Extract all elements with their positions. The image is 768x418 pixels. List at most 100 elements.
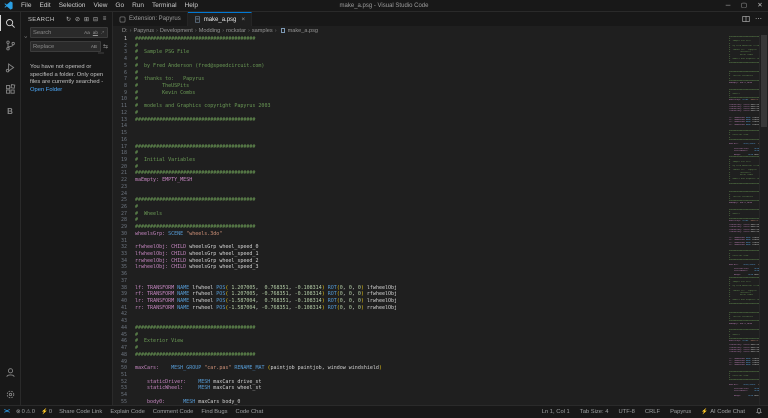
code-line[interactable]: 42 [113, 311, 729, 318]
code-line[interactable]: 7 # thanks to: Papyrus [113, 76, 729, 83]
code-line[interactable]: 23 [113, 184, 729, 191]
menu-help[interactable]: Help [181, 2, 202, 9]
code-line[interactable]: 50 maxCars: MESH_GROUP "car.pas" RENAME_M… [113, 365, 729, 372]
search-activity-icon[interactable] [0, 12, 21, 34]
close-tab-icon[interactable]: × [241, 16, 245, 23]
code-line[interactable]: 28 # [113, 217, 729, 224]
code-line[interactable]: 49 [113, 359, 729, 366]
code-line[interactable]: 3 # Sample PSG File [113, 49, 729, 56]
code-line[interactable]: 31 [113, 238, 729, 245]
code-line[interactable]: 26 # [113, 204, 729, 211]
code-line[interactable]: 8 # TheUSPits [113, 83, 729, 90]
tab-extension-papyrus[interactable]: Extension: Papyrus [113, 12, 188, 26]
code-line[interactable]: 36 [113, 271, 729, 278]
code-line[interactable]: 2 # [113, 43, 729, 50]
code-line[interactable]: 20 # [113, 164, 729, 171]
code-line[interactable]: 37 [113, 278, 729, 285]
code-line[interactable]: 53 staticWheel: MESH maxCars wheel_st [113, 385, 729, 392]
vertical-scrollbar[interactable] [759, 35, 768, 405]
code-line[interactable]: 6 # [113, 70, 729, 77]
breadcrumb-item[interactable]: Papyrus [132, 28, 155, 34]
code-line[interactable]: 34 rrwheelObj: CHILD wheelsGrp wheel_spee… [113, 258, 729, 265]
code-line[interactable]: 17 ######################################… [113, 144, 729, 151]
code-line[interactable]: 5 # by Fred Anderson (fred@speedcircuit.c… [113, 63, 729, 70]
status-code-chat[interactable]: Code Chat [232, 409, 268, 415]
accounts-icon[interactable] [0, 361, 21, 383]
problems-badge[interactable]: ⊗ 0 ⚠ 0 [13, 409, 38, 415]
status-find-bugs[interactable]: Find Bugs [197, 409, 231, 415]
code-line[interactable]: 27 # Wheels [113, 211, 729, 218]
code-line[interactable]: 11 # models and Graphics copyright Papyru… [113, 103, 729, 110]
status-share-code-link[interactable]: Share Code Link [55, 409, 106, 415]
status-ln-1-col-1[interactable]: Ln 1, Col 1 [537, 409, 575, 415]
code-area[interactable]: 1 #######################################… [113, 35, 729, 405]
match-whole-word-icon[interactable]: ab [92, 30, 99, 35]
status-comment-code[interactable]: Comment Code [149, 409, 198, 415]
code-line[interactable]: 30 wheelsGrp: SCENE "wheels.3do" [113, 231, 729, 238]
close-window-icon[interactable]: ✕ [752, 0, 768, 12]
code-line[interactable]: 41 rr: TRANSFORM NAME rrwheel POS(-1.5870… [113, 305, 729, 312]
code-line[interactable]: 10 # [113, 96, 729, 103]
menu-terminal[interactable]: Terminal [148, 2, 181, 9]
menu-view[interactable]: View [89, 2, 111, 9]
status-ai-code-chat[interactable]: ⚡ AI Code Chat [696, 409, 750, 415]
code-line[interactable]: 33 lfwheelObj: CHILD wheelsGrp wheel_spee… [113, 251, 729, 258]
source-control-icon[interactable] [0, 34, 21, 56]
code-line[interactable]: 46 # Exterior View [113, 338, 729, 345]
code-line[interactable]: 32 rfwheelObj: CHILD wheelsGrp wheel_spee… [113, 244, 729, 251]
menu-run[interactable]: Run [128, 2, 148, 9]
code-line[interactable]: 1 #######################################… [113, 36, 729, 43]
collapse-all-icon[interactable]: ⊟ [92, 16, 99, 23]
remote-indicator-icon[interactable]: >< [0, 409, 13, 415]
breadcrumb-item[interactable]: D: [121, 28, 129, 34]
extension-status-badge[interactable]: ⚡ 0 [38, 409, 55, 415]
status-explain-code[interactable]: Explain Code [106, 409, 148, 415]
code-line[interactable]: 13 ######################################… [113, 117, 729, 124]
status-utf-8[interactable]: UTF-8 [613, 409, 639, 415]
code-line[interactable]: 35 lrwheelObj: CHILD wheelsGrp wheel_spee… [113, 264, 729, 271]
scrollbar-thumb[interactable] [761, 35, 767, 127]
code-line[interactable]: 14 [113, 123, 729, 130]
open-folder-link[interactable]: Open Folder [30, 87, 62, 93]
code-line[interactable]: 38 lf: TRANSFORM NAME lfwheel POS( 1.2070… [113, 285, 729, 292]
code-line[interactable]: 22 maEmpty: EMPTY_MESH [113, 177, 729, 184]
code-line[interactable]: 19 # Initial Variables [113, 157, 729, 164]
status-tab-size-4[interactable]: Tab Size: 4 [575, 409, 614, 415]
code-line[interactable]: 48 ######################################… [113, 352, 729, 359]
maximize-icon[interactable]: ▢ [736, 0, 752, 12]
code-line[interactable]: 21 ######################################… [113, 170, 729, 177]
code-line[interactable]: 4 # [113, 56, 729, 63]
menu-file[interactable]: File [17, 2, 35, 9]
code-line[interactable]: 9 # Kevin Combs [113, 90, 729, 97]
code-line[interactable]: 15 [113, 130, 729, 137]
toggle-replace-chevron-icon[interactable]: › [22, 34, 28, 40]
code-line[interactable]: 47 # [113, 345, 729, 352]
code-line[interactable]: 40 lr: TRANSFORM NAME lrwheel POS(-1.5870… [113, 298, 729, 305]
run-and-debug-icon[interactable] [0, 56, 21, 78]
code-line[interactable]: 52 staticDriver: MESH maxCars drive_st [113, 379, 729, 386]
code-line[interactable]: 45 # [113, 332, 729, 339]
match-case-icon[interactable]: Aa [83, 30, 91, 35]
code-line[interactable]: 29 ######################################… [113, 224, 729, 231]
tab-make-a-psg[interactable]: make_a.psg × [187, 12, 253, 26]
status-papyrus[interactable]: Papyrus [665, 409, 696, 415]
code-line[interactable]: 39 rf: TRANSFORM NAME rfwheel POS( 1.2070… [113, 291, 729, 298]
code-line[interactable]: 18 # [113, 150, 729, 157]
code-line[interactable]: 43 [113, 318, 729, 325]
menu-selection[interactable]: Selection [55, 2, 90, 9]
code-line[interactable]: 51 [113, 372, 729, 379]
search-input[interactable] [31, 29, 84, 36]
menu-go[interactable]: Go [111, 2, 128, 9]
open-new-search-editor-icon[interactable]: ⊞ [83, 16, 90, 23]
breadcrumb-item[interactable]: make_a.psg [287, 28, 319, 34]
more-actions-icon[interactable]: ⋯ [755, 15, 762, 23]
extension-b-icon[interactable]: B [0, 100, 21, 122]
breadcrumb-item[interactable]: samples [251, 28, 274, 34]
clear-search-results-icon[interactable]: ⊘ [74, 16, 81, 23]
replace-input[interactable] [31, 43, 90, 50]
preserve-case-icon[interactable]: AB [90, 44, 98, 49]
breadcrumb-item[interactable]: rockstar [225, 28, 247, 34]
extensions-icon[interactable] [0, 78, 21, 100]
use-regex-icon[interactable]: .* [100, 30, 105, 35]
breadcrumb-item[interactable]: Modding [198, 28, 221, 34]
